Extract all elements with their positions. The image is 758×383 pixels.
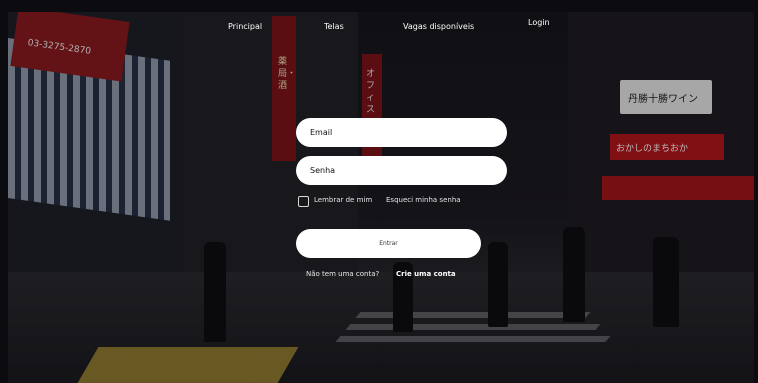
- forgot-password-link[interactable]: Esqueci minha senha: [386, 196, 461, 204]
- nav-vagas-disponiveis[interactable]: Vagas disponíveis: [403, 22, 474, 31]
- nav-telas[interactable]: Telas: [324, 22, 344, 31]
- remember-me-label: Lembrar de mim: [314, 196, 373, 204]
- create-account-link[interactable]: Crie uma conta: [396, 270, 456, 278]
- password-input[interactable]: [296, 156, 507, 185]
- background-street-photo: 03-3275-2870 薬局・酒 オフィス 丹勝十勝ワイン おかしのまちおか: [8, 12, 754, 383]
- dark-overlay: [8, 12, 754, 383]
- enter-button[interactable]: Entrar: [296, 229, 481, 258]
- remember-me-checkbox[interactable]: [298, 196, 309, 207]
- email-input[interactable]: [296, 118, 507, 147]
- no-account-text: Não tem uma conta?: [306, 270, 380, 278]
- nav-login[interactable]: Login: [528, 18, 550, 27]
- nav-principal[interactable]: Principal: [228, 22, 262, 31]
